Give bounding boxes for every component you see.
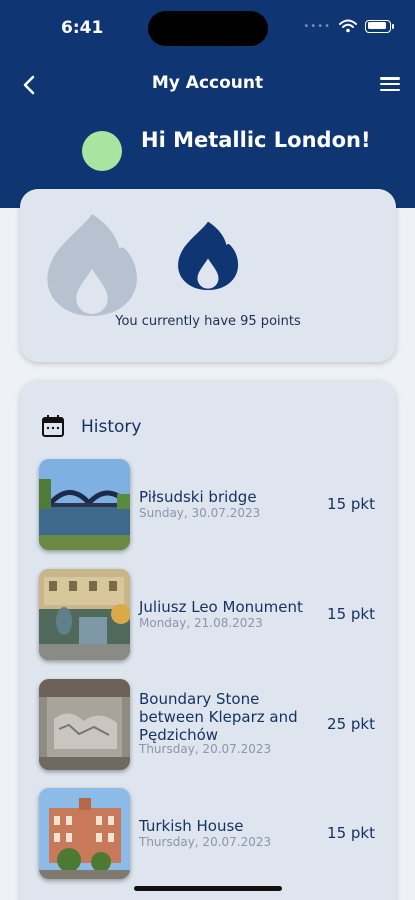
history-item-image[interactable] xyxy=(39,569,130,660)
page-title: My Account xyxy=(151,73,264,93)
points-text: You currently have 95 points xyxy=(115,314,301,329)
history-item-points: 15 pkt xyxy=(327,495,375,513)
history-item-points: 15 pkt xyxy=(327,824,375,842)
signal-icon: •••• xyxy=(303,20,331,32)
flame-inactive-icon xyxy=(47,214,137,316)
history-title: History xyxy=(81,417,142,437)
history-item-image[interactable] xyxy=(39,459,130,550)
history-item-name: Juliusz Leo Monument xyxy=(139,598,303,616)
home-indicator[interactable] xyxy=(134,886,282,891)
flame-active-icon xyxy=(178,221,239,290)
history-item-image[interactable] xyxy=(39,788,130,879)
calendar-icon xyxy=(42,415,64,437)
status-time: 6:41 xyxy=(61,18,104,38)
history-item-date: Sunday, 30.07.2023 xyxy=(139,506,261,520)
boundary-stone-photo xyxy=(39,679,130,770)
battery-icon xyxy=(365,19,394,33)
history-item-name: Turkish House xyxy=(139,817,244,835)
wifi-icon xyxy=(339,19,357,33)
history-item-date: Monday, 21.08.2023 xyxy=(139,616,263,630)
turkish-house-photo xyxy=(39,788,130,879)
history-item-date: Thursday, 20.07.2023 xyxy=(139,835,272,849)
bridge-photo xyxy=(39,459,130,550)
history-item-name: Boundary Stone between Kleparz and Pędzi… xyxy=(139,690,298,744)
menu-icon xyxy=(380,77,400,80)
history-item-points: 25 pkt xyxy=(327,715,375,733)
history-item-date: Thursday, 20.07.2023 xyxy=(139,742,272,756)
monument-photo xyxy=(39,569,130,660)
avatar[interactable] xyxy=(82,131,122,171)
history-item-name: Piłsudski bridge xyxy=(139,488,257,506)
status-icons: •••• xyxy=(303,19,394,33)
greeting: Hi Metallic London! xyxy=(141,128,371,152)
history-item-points: 15 pkt xyxy=(327,605,375,623)
menu-button[interactable] xyxy=(379,74,401,94)
dynamic-island xyxy=(148,11,268,46)
history-item-image[interactable] xyxy=(39,679,130,770)
